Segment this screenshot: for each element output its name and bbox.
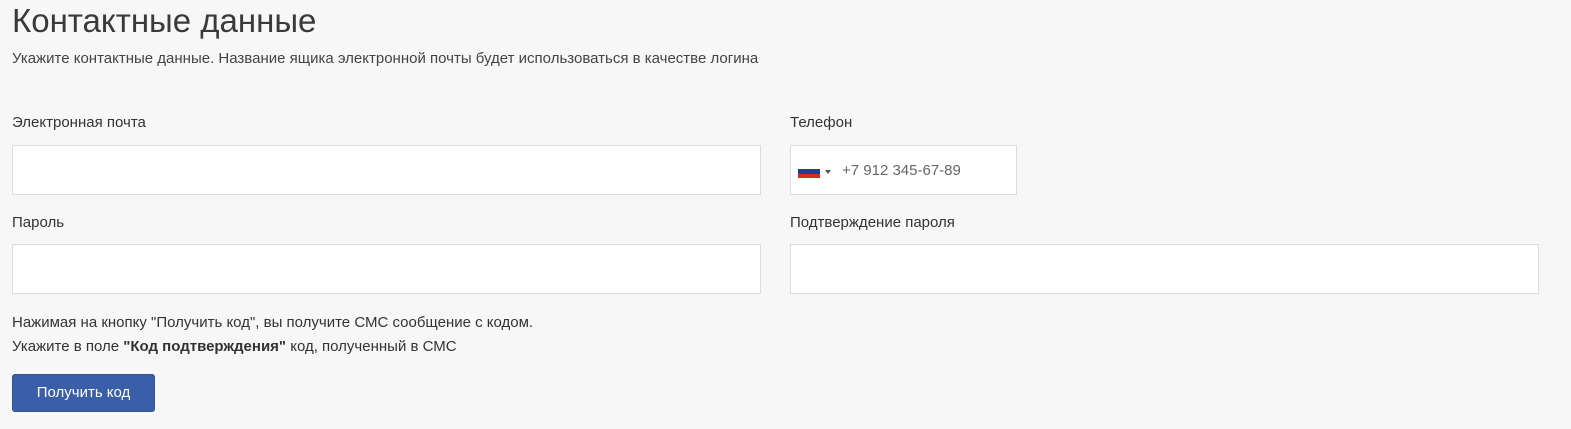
russia-flag-icon [798,165,820,178]
page-subtitle: Укажите контактные данные. Название ящик… [12,50,759,67]
sms-code-field-name: "Код подтверждения" [123,338,287,355]
phone-field [790,145,1017,195]
phone-label: Телефон [790,114,853,131]
sms-code-hint-suffix: код, полученный в СМС [286,338,457,355]
sms-info-text: Нажимая на кнопку "Получить код", вы пол… [12,314,534,331]
email-label: Электронная почта [12,114,146,131]
password-label: Пароль [12,214,65,231]
password-confirm-field[interactable] [790,244,1539,294]
caret-down-icon [825,170,831,174]
password-confirm-label: Подтверждение пароля [790,214,955,231]
get-code-button[interactable]: Получить код [12,374,155,412]
email-field[interactable] [12,145,761,195]
sms-code-hint-prefix: Укажите в поле [12,338,124,355]
page-title: Контактные данные [12,2,317,39]
phone-input[interactable] [835,147,1013,193]
country-selector[interactable] [798,162,834,180]
sms-code-hint: Укажите в поле "Код подтверждения" код, … [12,338,457,356]
password-field[interactable] [12,244,761,294]
